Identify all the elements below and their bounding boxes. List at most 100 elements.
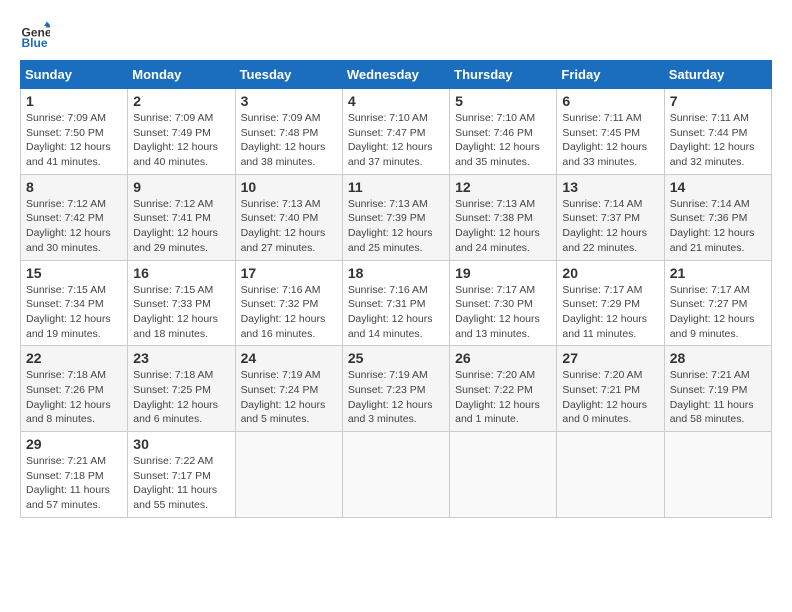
header-cell-saturday: Saturday [664,61,771,89]
day-detail: Sunrise: 7:10 AMSunset: 7:46 PMDaylight:… [455,111,551,170]
day-detail: Sunrise: 7:20 AMSunset: 7:21 PMDaylight:… [562,368,658,427]
calendar-cell: 12 Sunrise: 7:13 AMSunset: 7:38 PMDayligh… [450,174,557,260]
calendar-cell: 28 Sunrise: 7:21 AMSunset: 7:19 PMDayligh… [664,346,771,432]
day-number: 30 [133,436,229,452]
day-number: 14 [670,179,766,195]
calendar-cell: 9 Sunrise: 7:12 AMSunset: 7:41 PMDaylight… [128,174,235,260]
day-number: 10 [241,179,337,195]
calendar-cell: 4 Sunrise: 7:10 AMSunset: 7:47 PMDaylight… [342,89,449,175]
day-number: 11 [348,179,444,195]
calendar-cell: 11 Sunrise: 7:13 AMSunset: 7:39 PMDayligh… [342,174,449,260]
day-detail: Sunrise: 7:15 AMSunset: 7:33 PMDaylight:… [133,283,229,342]
day-detail: Sunrise: 7:20 AMSunset: 7:22 PMDaylight:… [455,368,551,427]
calendar-cell: 7Sunrise: 7:11 AMSunset: 7:44 PMDaylight… [664,89,771,175]
calendar-cell: 16 Sunrise: 7:15 AMSunset: 7:33 PMDayligh… [128,260,235,346]
day-detail: Sunrise: 7:11 AMSunset: 7:44 PMDaylight:… [670,111,766,170]
day-number: 8 [26,179,122,195]
day-number: 16 [133,265,229,281]
day-number: 18 [348,265,444,281]
calendar-cell: 8 Sunrise: 7:12 AMSunset: 7:42 PMDaylight… [21,174,128,260]
day-number: 3 [241,93,337,109]
day-number: 12 [455,179,551,195]
day-number: 9 [133,179,229,195]
day-number: 24 [241,350,337,366]
day-detail: Sunrise: 7:09 AMSunset: 7:49 PMDaylight:… [133,111,229,170]
svg-text:Blue: Blue [22,36,48,50]
calendar-body: 1 Sunrise: 7:09 AMSunset: 7:50 PMDaylight… [21,89,772,518]
day-detail: Sunrise: 7:12 AMSunset: 7:42 PMDaylight:… [26,197,122,256]
day-number: 29 [26,436,122,452]
calendar-cell: 10 Sunrise: 7:13 AMSunset: 7:40 PMDayligh… [235,174,342,260]
day-detail: Sunrise: 7:19 AMSunset: 7:24 PMDaylight:… [241,368,337,427]
day-number: 15 [26,265,122,281]
day-number: 27 [562,350,658,366]
day-detail: Sunrise: 7:21 AMSunset: 7:19 PMDaylight:… [670,368,766,427]
calendar-week-4: 22Sunrise: 7:18 AMSunset: 7:26 PMDayligh… [21,346,772,432]
day-number: 6 [562,93,658,109]
day-number: 2 [133,93,229,109]
day-number: 20 [562,265,658,281]
calendar-cell: 20 Sunrise: 7:17 AMSunset: 7:29 PMDayligh… [557,260,664,346]
header: General Blue [20,20,772,50]
header-cell-thursday: Thursday [450,61,557,89]
day-detail: Sunrise: 7:16 AMSunset: 7:32 PMDaylight:… [241,283,337,342]
day-number: 23 [133,350,229,366]
calendar-cell: 6 Sunrise: 7:11 AMSunset: 7:45 PMDaylight… [557,89,664,175]
day-detail: Sunrise: 7:22 AMSunset: 7:17 PMDaylight:… [133,454,229,513]
day-number: 25 [348,350,444,366]
calendar-table: SundayMondayTuesdayWednesdayThursdayFrid… [20,60,772,518]
day-number: 21 [670,265,766,281]
calendar-cell: 30 Sunrise: 7:22 AMSunset: 7:17 PMDayligh… [128,432,235,518]
calendar-cell [235,432,342,518]
day-detail: Sunrise: 7:09 AMSunset: 7:48 PMDaylight:… [241,111,337,170]
day-detail: Sunrise: 7:12 AMSunset: 7:41 PMDaylight:… [133,197,229,256]
day-number: 17 [241,265,337,281]
calendar-cell: 17 Sunrise: 7:16 AMSunset: 7:32 PMDayligh… [235,260,342,346]
calendar-cell: 27 Sunrise: 7:20 AMSunset: 7:21 PMDayligh… [557,346,664,432]
day-number: 4 [348,93,444,109]
calendar-cell: 3 Sunrise: 7:09 AMSunset: 7:48 PMDaylight… [235,89,342,175]
calendar-cell: 24 Sunrise: 7:19 AMSunset: 7:24 PMDayligh… [235,346,342,432]
logo: General Blue [20,20,54,50]
day-detail: Sunrise: 7:09 AMSunset: 7:50 PMDaylight:… [26,111,122,170]
calendar-cell: 5Sunrise: 7:10 AMSunset: 7:46 PMDaylight… [450,89,557,175]
calendar-cell: 26 Sunrise: 7:20 AMSunset: 7:22 PMDayligh… [450,346,557,432]
day-detail: Sunrise: 7:16 AMSunset: 7:31 PMDaylight:… [348,283,444,342]
day-detail: Sunrise: 7:19 AMSunset: 7:23 PMDaylight:… [348,368,444,427]
calendar-cell: 29 Sunrise: 7:21 AMSunset: 7:18 PMDayligh… [21,432,128,518]
day-number: 26 [455,350,551,366]
calendar-cell: 25 Sunrise: 7:19 AMSunset: 7:23 PMDayligh… [342,346,449,432]
calendar-cell [664,432,771,518]
header-cell-sunday: Sunday [21,61,128,89]
day-number: 1 [26,93,122,109]
day-number: 13 [562,179,658,195]
day-number: 28 [670,350,766,366]
calendar-week-5: 29 Sunrise: 7:21 AMSunset: 7:18 PMDayligh… [21,432,772,518]
header-cell-friday: Friday [557,61,664,89]
day-detail: Sunrise: 7:10 AMSunset: 7:47 PMDaylight:… [348,111,444,170]
day-detail: Sunrise: 7:17 AMSunset: 7:30 PMDaylight:… [455,283,551,342]
calendar-cell [450,432,557,518]
logo-icon: General Blue [20,20,50,50]
header-row: SundayMondayTuesdayWednesdayThursdayFrid… [21,61,772,89]
day-detail: Sunrise: 7:21 AMSunset: 7:18 PMDaylight:… [26,454,122,513]
header-cell-tuesday: Tuesday [235,61,342,89]
day-detail: Sunrise: 7:14 AMSunset: 7:37 PMDaylight:… [562,197,658,256]
day-detail: Sunrise: 7:13 AMSunset: 7:40 PMDaylight:… [241,197,337,256]
day-detail: Sunrise: 7:18 AMSunset: 7:25 PMDaylight:… [133,368,229,427]
calendar-cell: 18 Sunrise: 7:16 AMSunset: 7:31 PMDayligh… [342,260,449,346]
day-number: 19 [455,265,551,281]
calendar-cell: 22Sunrise: 7:18 AMSunset: 7:26 PMDayligh… [21,346,128,432]
calendar-cell: 15Sunrise: 7:15 AMSunset: 7:34 PMDayligh… [21,260,128,346]
calendar-cell [557,432,664,518]
header-cell-wednesday: Wednesday [342,61,449,89]
day-detail: Sunrise: 7:11 AMSunset: 7:45 PMDaylight:… [562,111,658,170]
calendar-cell: 14Sunrise: 7:14 AMSunset: 7:36 PMDayligh… [664,174,771,260]
calendar-header: SundayMondayTuesdayWednesdayThursdayFrid… [21,61,772,89]
day-detail: Sunrise: 7:13 AMSunset: 7:39 PMDaylight:… [348,197,444,256]
calendar-week-1: 1 Sunrise: 7:09 AMSunset: 7:50 PMDaylight… [21,89,772,175]
calendar-cell: 19 Sunrise: 7:17 AMSunset: 7:30 PMDayligh… [450,260,557,346]
day-detail: Sunrise: 7:13 AMSunset: 7:38 PMDaylight:… [455,197,551,256]
calendar-week-3: 15Sunrise: 7:15 AMSunset: 7:34 PMDayligh… [21,260,772,346]
day-detail: Sunrise: 7:17 AMSunset: 7:29 PMDaylight:… [562,283,658,342]
